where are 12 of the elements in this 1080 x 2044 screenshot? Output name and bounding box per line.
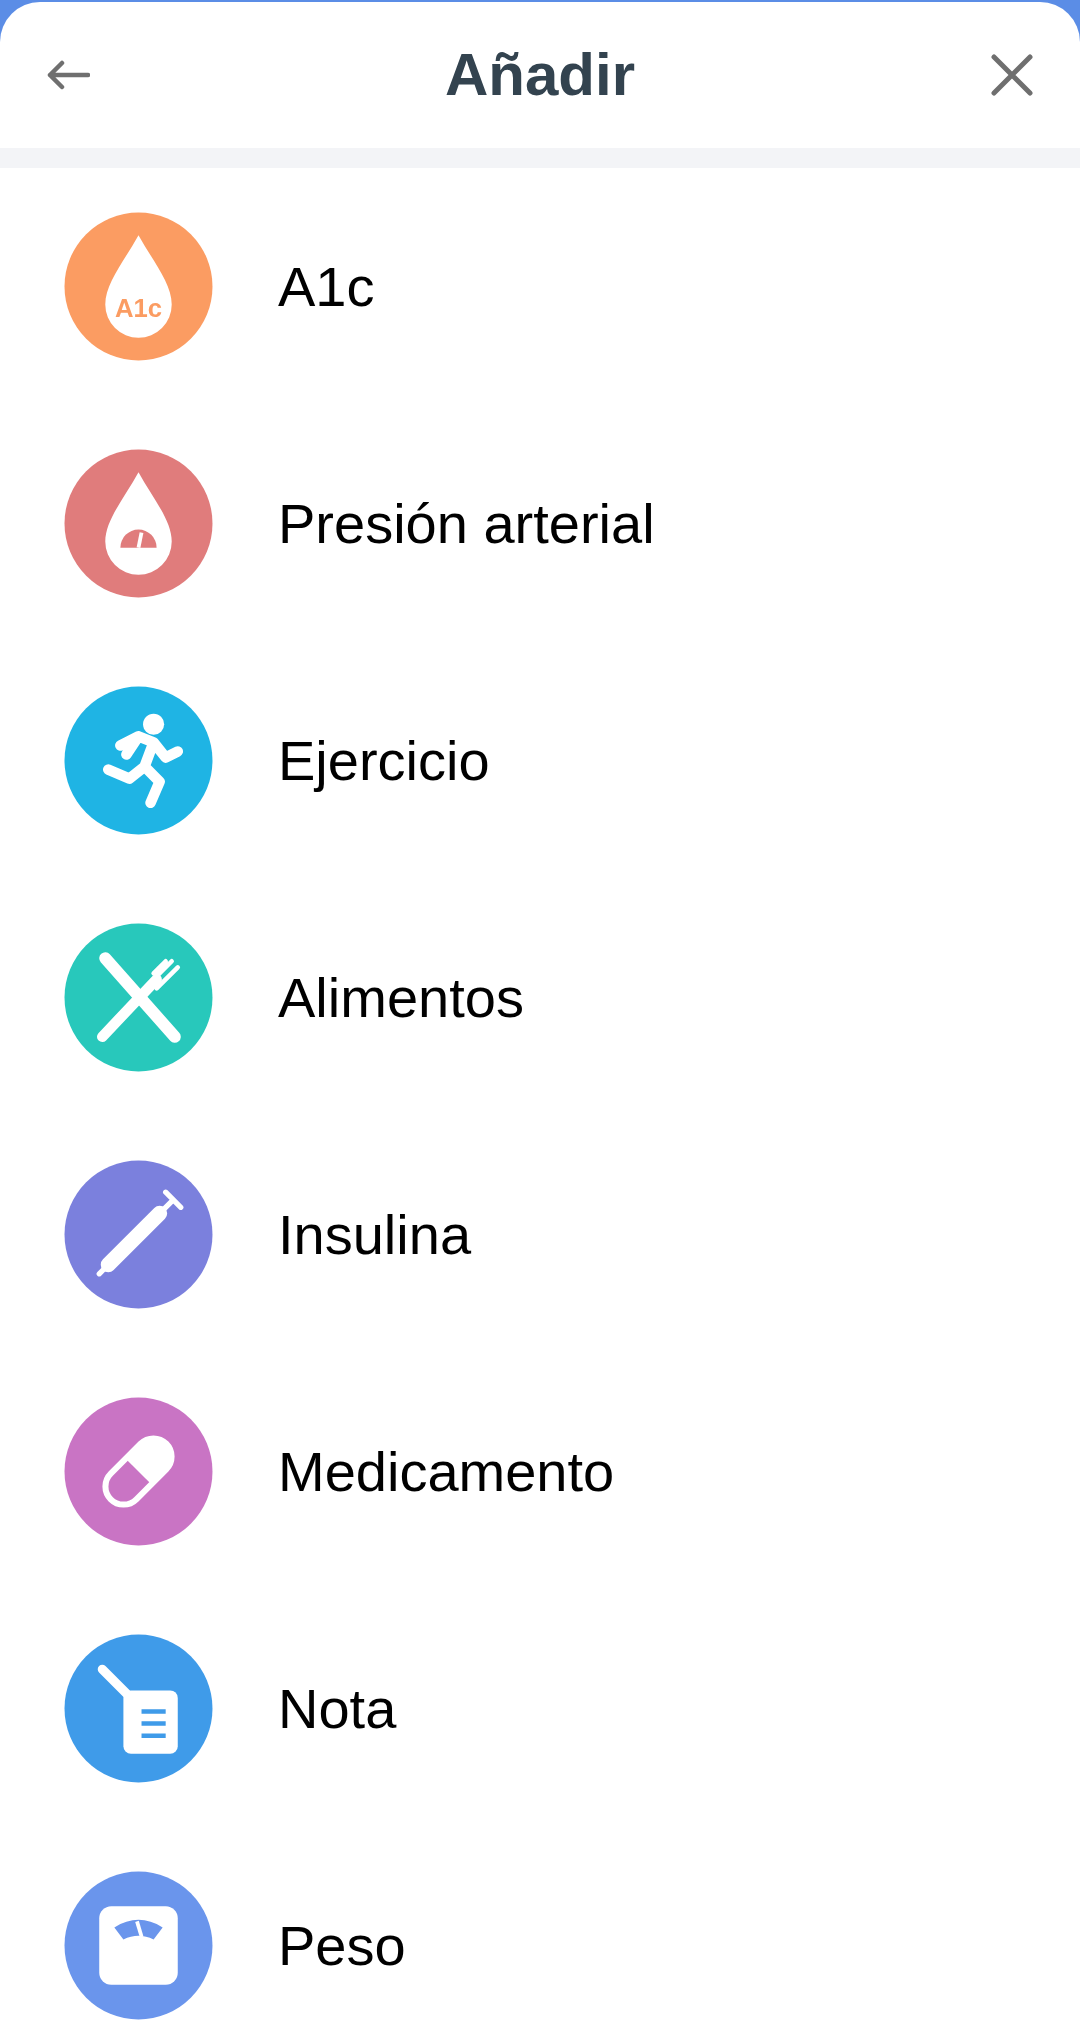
list-item[interactable]: Nota [0, 1590, 1080, 1827]
list-item[interactable]: Alimentos [0, 879, 1080, 1116]
list-item[interactable]: Peso [0, 1827, 1080, 2044]
list-item[interactable]: Ejercicio [0, 642, 1080, 879]
close-icon [991, 54, 1033, 96]
list-item[interactable]: Presión arterial [0, 405, 1080, 642]
list-item[interactable]: Medicamento [0, 1353, 1080, 1590]
screen-title: Añadir [445, 45, 635, 105]
icon-text: A1c [114, 293, 163, 322]
list-item[interactable]: A1c A1c [0, 168, 1080, 405]
back-icon [46, 59, 90, 91]
list-item[interactable]: Insulina [0, 1116, 1080, 1353]
